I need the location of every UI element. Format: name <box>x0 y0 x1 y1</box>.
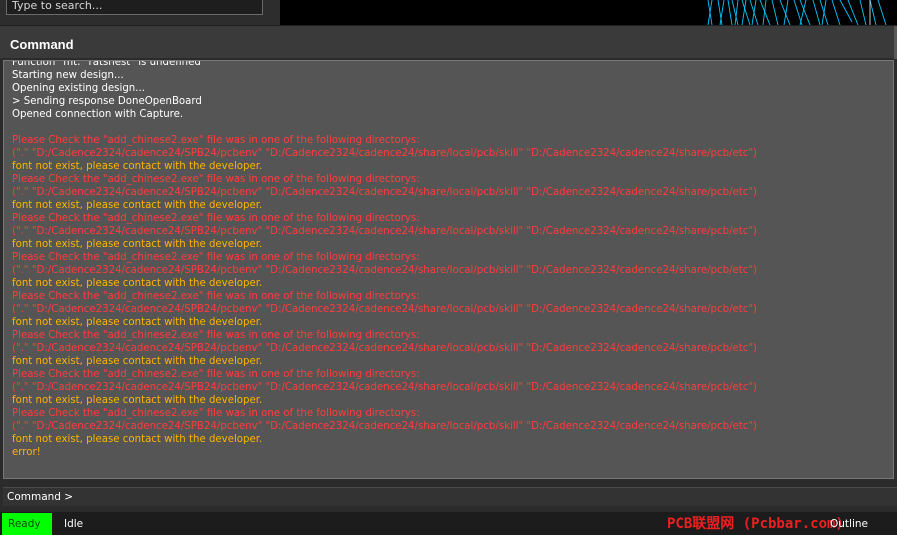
ratsnest-line <box>762 0 767 25</box>
log-line: ("." "D:/Cadence2324/cadence24/SPB24/pcb… <box>12 226 758 237</box>
ratsnest-line <box>771 0 779 25</box>
ratsnest-line <box>759 0 771 25</box>
log-line: ("." "D:/Cadence2324/cadence24/SPB24/pcb… <box>12 382 758 393</box>
log-line: ("." "D:/Cadence2324/cadence24/SPB24/pcb… <box>12 187 758 198</box>
status-idle-text: Idle <box>64 518 84 530</box>
log-line: Opening existing design... <box>12 83 145 94</box>
ratsnest-line <box>812 0 821 25</box>
log-line: Function "mt: "ratsnest" is undefined <box>12 60 201 68</box>
log-line: Please Check the "add_chinese2.exe" file… <box>12 252 420 263</box>
search-input[interactable] <box>6 0 263 15</box>
log-line: font not exist, please contact with the … <box>12 434 263 445</box>
command-panel-header: Command <box>0 25 897 59</box>
log-line: font not exist, please contact with the … <box>12 278 263 289</box>
ratsnest-line <box>859 0 867 25</box>
ratsnest-line <box>741 0 747 25</box>
ratsnest-line <box>869 0 877 25</box>
ratsnest-line <box>717 0 723 25</box>
log-line: ("." "D:/Cadence2324/cadence24/SPB24/pcb… <box>12 265 758 276</box>
command-prompt-label: Command > <box>7 491 74 503</box>
status-ready-indicator: Ready <box>2 513 52 535</box>
log-line: Please Check the "add_chinese2.exe" file… <box>12 135 420 146</box>
log-line: font not exist, please contact with the … <box>12 239 263 250</box>
log-line: ("." "D:/Cadence2324/cadence24/SPB24/pcb… <box>12 148 758 159</box>
log-line: ("." "D:/Cadence2324/cadence24/SPB24/pcb… <box>12 421 758 432</box>
command-panel-title: Command <box>10 37 74 52</box>
allegro-command-window: Command Function "mt: "ratsnest" is unde… <box>0 0 897 535</box>
log-lines: Function "mt: "ratsnest" is undefined Sta… <box>12 60 889 459</box>
design-canvas-preview[interactable] <box>280 0 897 25</box>
log-line: font not exist, please contact with the … <box>12 356 263 367</box>
log-line: Please Check the "add_chinese2.exe" file… <box>12 369 420 380</box>
status-outline-text: Outline <box>830 518 868 530</box>
log-line: font not exist, please contact with the … <box>12 161 263 172</box>
top-strip <box>0 0 897 25</box>
log-line: Please Check the "add_chinese2.exe" file… <box>12 408 420 419</box>
ratsnest-line <box>877 0 887 25</box>
ratsnest-line <box>719 0 725 25</box>
log-line: ("." "D:/Cadence2324/cadence24/SPB24/pcb… <box>12 343 758 354</box>
ratsnest-line <box>751 0 757 25</box>
log-line: Opened connection with Capture. <box>12 109 184 120</box>
command-output-console[interactable]: Function "mt: "ratsnest" is undefined Sta… <box>3 60 894 479</box>
log-line: Please Check the "add_chinese2.exe" file… <box>12 291 420 302</box>
ratsnest-line <box>839 0 853 23</box>
log-line: Please Check the "add_chinese2.exe" file… <box>12 213 420 224</box>
log-line: font not exist, please contact with the … <box>12 395 263 406</box>
log-line: ("." "D:/Cadence2324/cadence24/SPB24/pcb… <box>12 304 758 315</box>
status-bar: Ready Idle PCB联盟网 (Pcbbar.com) Outline <box>0 512 897 535</box>
ratsnest-line <box>831 0 841 25</box>
log-line: > Sending response DoneOpenBoard <box>12 96 202 107</box>
log-line: font not exist, please contact with the … <box>12 200 263 211</box>
ratsnest-line <box>847 0 859 25</box>
ratsnest-line <box>741 0 751 25</box>
ratsnest-lines <box>707 0 887 25</box>
ratsnest-line <box>727 0 733 25</box>
ratsnest-line <box>821 0 827 25</box>
log-line: font not exist, please contact with the … <box>12 317 263 328</box>
log-line: Starting new design... <box>12 70 124 81</box>
command-input-row: Command > <box>3 487 897 507</box>
command-input[interactable] <box>73 489 877 507</box>
log-line: error! <box>12 447 41 458</box>
log-line: Please Check the "add_chinese2.exe" file… <box>12 330 420 341</box>
watermark-text: PCB联盟网 (Pcbbar.com) <box>667 516 844 532</box>
log-line: Please Check the "add_chinese2.exe" file… <box>12 174 420 185</box>
